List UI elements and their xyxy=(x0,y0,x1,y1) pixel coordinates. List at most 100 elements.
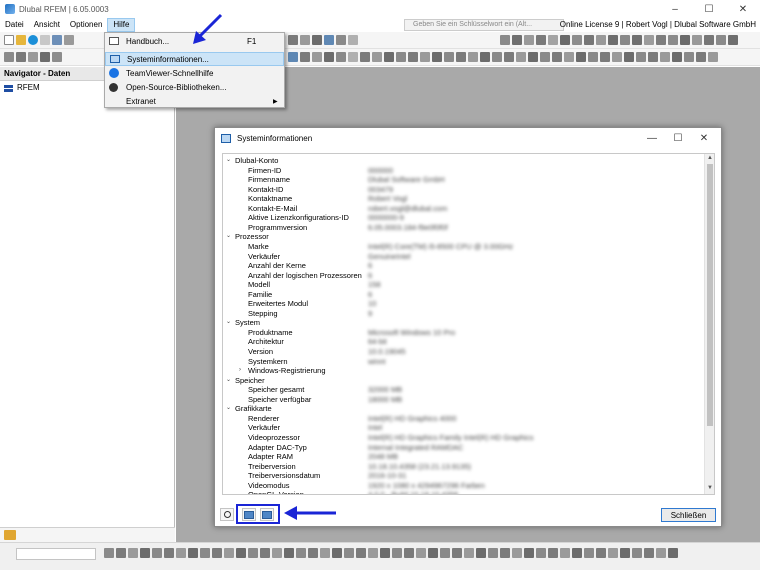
view-icon-4[interactable] xyxy=(324,35,334,45)
model-icon-16[interactable] xyxy=(680,35,690,45)
status-icon-46[interactable] xyxy=(644,548,654,558)
display-icon-12[interactable] xyxy=(420,52,430,62)
menu-ansicht[interactable]: Ansicht xyxy=(29,18,65,32)
status-icon-45[interactable] xyxy=(632,548,642,558)
display-icon-9[interactable] xyxy=(384,52,394,62)
status-icon-15[interactable] xyxy=(272,548,282,558)
model-icon-8[interactable] xyxy=(584,35,594,45)
status-icon-30[interactable] xyxy=(452,548,462,558)
status-icon-41[interactable] xyxy=(584,548,594,558)
scroll-up-icon[interactable]: ▲ xyxy=(706,155,714,163)
dialog-maximize-button[interactable]: ☐ xyxy=(665,130,691,146)
scroll-down-icon[interactable]: ▼ xyxy=(706,485,714,493)
keyword-search-input[interactable]: Geben Sie ein Schlüsselwort ein (Alt... xyxy=(404,19,564,31)
menu-item-open-source[interactable]: Open-Source-Bibliotheken... xyxy=(105,80,284,94)
model-icon-19[interactable] xyxy=(716,35,726,45)
status-icon-27[interactable] xyxy=(416,548,426,558)
status-icon-7[interactable] xyxy=(176,548,186,558)
display-icon-17[interactable] xyxy=(480,52,490,62)
expand-chevron-icon[interactable]: ⌄ xyxy=(226,404,231,414)
display-icon-16[interactable] xyxy=(468,52,478,62)
display-icon-23[interactable] xyxy=(552,52,562,62)
status-icon-33[interactable] xyxy=(488,548,498,558)
expand-chevron-icon[interactable]: ⌄ xyxy=(226,156,231,166)
view-icon-2[interactable] xyxy=(300,35,310,45)
display-icon-36[interactable] xyxy=(708,52,718,62)
scrollbar-thumb[interactable] xyxy=(707,164,713,426)
status-icon-31[interactable] xyxy=(464,548,474,558)
system-info-tree[interactable]: ▲ ▼ ⌄ Dlubal-Konto Firmen-ID 000000 Firmenna… xyxy=(222,153,715,495)
model-icon-7[interactable] xyxy=(572,35,582,45)
edit-icon-2[interactable] xyxy=(16,52,26,62)
model-icon-12[interactable] xyxy=(632,35,642,45)
status-icon-4[interactable] xyxy=(140,548,150,558)
status-icon-29[interactable] xyxy=(440,548,450,558)
menu-optionen[interactable]: Optionen xyxy=(65,18,107,32)
expand-chevron-icon[interactable]: ⌄ xyxy=(226,232,231,242)
dlubal-center-icon[interactable] xyxy=(28,35,38,45)
display-icon-14[interactable] xyxy=(444,52,454,62)
status-icon-6[interactable] xyxy=(164,548,174,558)
edit-icon-3[interactable] xyxy=(28,52,38,62)
menu-item-handbuch[interactable]: Handbuch... F1 xyxy=(105,34,284,48)
tree-scrollbar[interactable]: ▲ ▼ xyxy=(704,154,714,494)
status-combo-box[interactable] xyxy=(16,548,96,560)
model-icon-2[interactable] xyxy=(512,35,522,45)
status-icon-18[interactable] xyxy=(308,548,318,558)
menu-hilfe[interactable]: Hilfe xyxy=(107,18,136,32)
schliessen-button[interactable]: Schließen xyxy=(661,508,716,522)
model-icon-17[interactable] xyxy=(692,35,702,45)
display-icon-24[interactable] xyxy=(564,52,574,62)
display-icon-32[interactable] xyxy=(660,52,670,62)
display-icon-10[interactable] xyxy=(396,52,406,62)
status-icon-1[interactable] xyxy=(104,548,114,558)
print-icon[interactable] xyxy=(64,35,74,45)
status-icon-36[interactable] xyxy=(524,548,534,558)
status-icon-32[interactable] xyxy=(476,548,486,558)
display-icon-2[interactable] xyxy=(300,52,310,62)
model-icon-15[interactable] xyxy=(668,35,678,45)
model-icon-6[interactable] xyxy=(560,35,570,45)
display-icon-21[interactable] xyxy=(528,52,538,62)
display-icon-31[interactable] xyxy=(648,52,658,62)
status-icon-24[interactable] xyxy=(380,548,390,558)
menu-item-teamviewer[interactable]: TeamViewer-Schnellhilfe xyxy=(105,66,284,80)
display-icon-3[interactable] xyxy=(312,52,322,62)
model-icon-18[interactable] xyxy=(704,35,714,45)
status-icon-5[interactable] xyxy=(152,548,162,558)
model-icon-3[interactable] xyxy=(524,35,534,45)
view-icon-5[interactable] xyxy=(336,35,346,45)
view-icon-6[interactable] xyxy=(348,35,358,45)
status-icon-17[interactable] xyxy=(296,548,306,558)
dialog-minimize-button[interactable]: — xyxy=(639,130,665,146)
status-icon-37[interactable] xyxy=(536,548,546,558)
display-icon-4[interactable] xyxy=(324,52,334,62)
model-icon-4[interactable] xyxy=(536,35,546,45)
maximize-button[interactable]: ☐ xyxy=(692,0,726,18)
display-icon-15[interactable] xyxy=(456,52,466,62)
display-icon-30[interactable] xyxy=(636,52,646,62)
display-icon-28[interactable] xyxy=(612,52,622,62)
model-icon-14[interactable] xyxy=(656,35,666,45)
navigator-data-tab-icon[interactable] xyxy=(4,530,16,540)
dialog-close-icon[interactable]: ✕ xyxy=(691,130,717,146)
display-icon-18[interactable] xyxy=(492,52,502,62)
menu-item-extranet[interactable]: Extranet ▶ xyxy=(105,94,284,108)
expand-chevron-icon[interactable]: ⌄ xyxy=(226,376,231,386)
display-icon-29[interactable] xyxy=(624,52,634,62)
display-icon-11[interactable] xyxy=(408,52,418,62)
edit-icon-5[interactable] xyxy=(52,52,62,62)
display-icon-6[interactable] xyxy=(348,52,358,62)
display-icon-22[interactable] xyxy=(540,52,550,62)
display-icon-27[interactable] xyxy=(600,52,610,62)
status-icon-8[interactable] xyxy=(188,548,198,558)
close-window-button[interactable]: ✕ xyxy=(726,0,760,18)
status-icon-40[interactable] xyxy=(572,548,582,558)
status-icon-39[interactable] xyxy=(560,548,570,558)
status-icon-19[interactable] xyxy=(320,548,330,558)
menu-datei[interactable]: Datei xyxy=(0,18,29,32)
display-icon-8[interactable] xyxy=(372,52,382,62)
search-button[interactable] xyxy=(220,508,234,521)
status-icon-12[interactable] xyxy=(236,548,246,558)
status-icon-10[interactable] xyxy=(212,548,222,558)
